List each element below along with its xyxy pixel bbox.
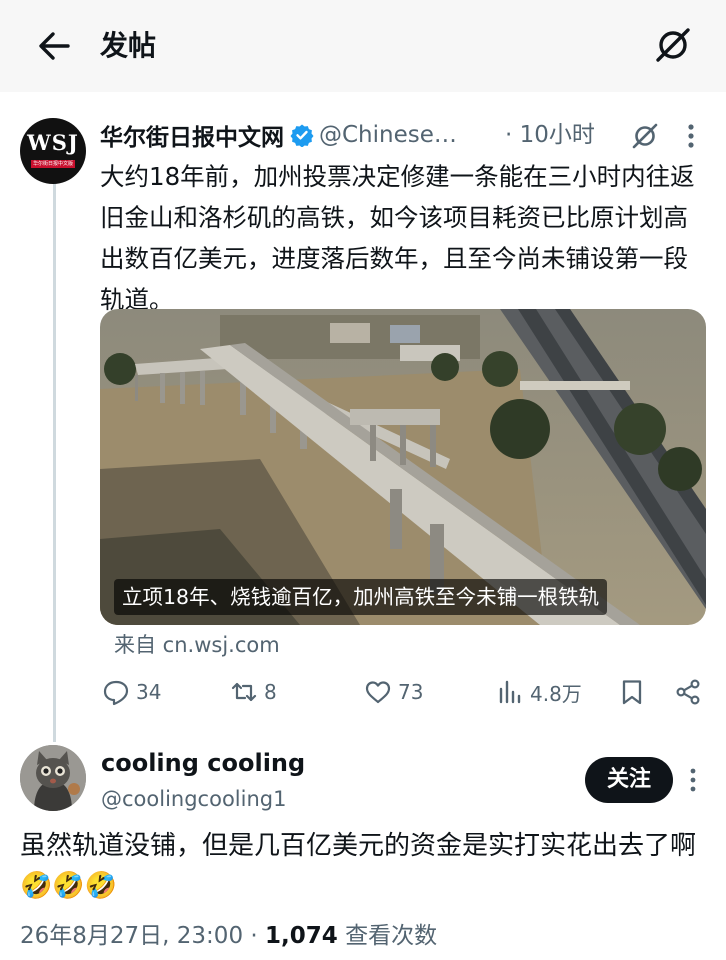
tweet-text: 大约18年前，加州投票决定修建一条能在三小时内往返旧金山和洛杉矶的高铁，如今该项… [100, 162, 695, 314]
like-count: 73 [398, 680, 424, 704]
share-icon [676, 679, 700, 705]
avatar[interactable]: WSJ 华尔街日报中文版 [20, 118, 86, 184]
reply-date[interactable]: 26年8月27日, 23:00 · [20, 923, 265, 949]
like-button[interactable]: 73 [364, 672, 423, 712]
share-button[interactable] [674, 672, 708, 712]
reply-icon [103, 680, 129, 706]
tweet-time[interactable]: · 10小时 [505, 117, 595, 153]
author-name[interactable]: 华尔街日报中文网 [100, 118, 284, 152]
views-icon [499, 680, 521, 704]
action-bar: 34 8 73 4.8万 [100, 672, 706, 712]
grok-icon[interactable] [652, 24, 694, 66]
views-count: 4.8万 [530, 681, 582, 706]
reply-author-name[interactable]: cooling cooling [101, 746, 305, 780]
reply-text: 虽然轨道没铺，但是几百亿美元的资金是实打实花出去了啊🤣🤣🤣 [20, 831, 697, 901]
reply-view-label: 查看次数 [337, 923, 438, 949]
grok-icon[interactable] [630, 121, 660, 151]
views-button[interactable]: 4.8万 [496, 672, 582, 712]
media-caption: 立项18年、烧钱逾百亿，加州高铁至今未铺一根铁轨 [114, 579, 608, 615]
thread-connector-line [53, 182, 56, 742]
reply-view-count: 1,074 [265, 923, 338, 949]
reply-count: 34 [136, 680, 162, 704]
retweet-icon [231, 682, 257, 702]
back-arrow-icon[interactable] [34, 26, 74, 66]
retweet-button[interactable]: 8 [230, 672, 277, 712]
reply-meta: 26年8月27日, 23:00 · 1,074 查看次数 [20, 918, 437, 954]
like-icon [365, 681, 391, 704]
avatar-logo-text: WSJ [27, 130, 79, 155]
tweet-media-card[interactable]: 立项18年、烧钱逾百亿，加州高铁至今未铺一根铁轨 [100, 309, 706, 625]
follow-button[interactable]: 关注 [585, 757, 673, 803]
tweet-header: 华尔街日报中文网 @Chinese… [100, 117, 457, 153]
link-source[interactable]: 来自 cn.wsj.com [114, 630, 280, 660]
more-icon[interactable] [684, 766, 702, 794]
avatar-logo-subtext: 华尔街日报中文版 [31, 160, 75, 168]
more-icon[interactable] [680, 122, 702, 150]
page-title: 发帖 [100, 29, 157, 62]
railway-viaduct-photo [100, 309, 706, 625]
cat-avatar-image [20, 745, 86, 811]
top-bar: 发帖 [0, 0, 726, 92]
bookmark-icon [622, 680, 642, 705]
retweet-count: 8 [264, 680, 277, 704]
reply-avatar[interactable] [20, 745, 86, 811]
reply-button[interactable]: 34 [102, 672, 161, 712]
reply-author-handle[interactable]: @coolingcooling1 [101, 784, 286, 814]
bookmark-button[interactable] [618, 672, 652, 712]
verified-icon [290, 124, 314, 147]
author-handle[interactable]: @Chinese… [319, 122, 457, 148]
